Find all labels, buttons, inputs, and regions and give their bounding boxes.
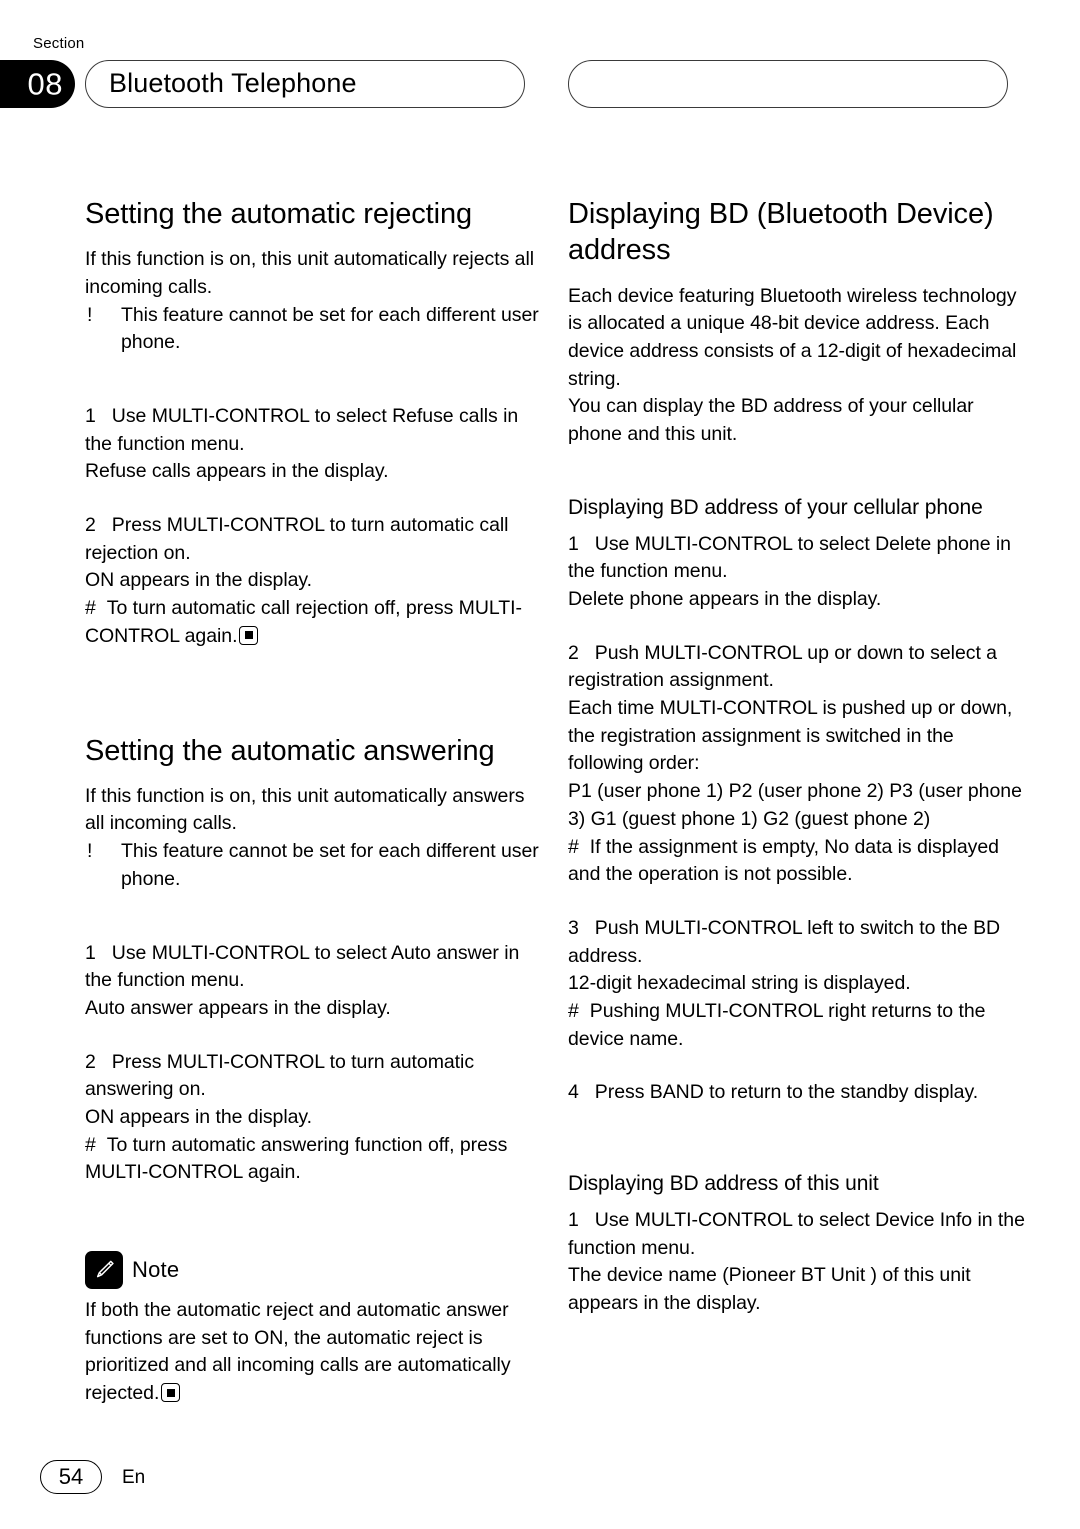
hash-mark: # — [85, 597, 96, 620]
step-2-note-cellular: # If the assignment is empty, No data is … — [568, 834, 1026, 889]
bullet-item-rejecting: ! This feature cannot be set for each di… — [85, 302, 543, 357]
heading-setting-automatic-rejecting: Setting the automatic rejecting — [85, 198, 473, 230]
hash-text: To turn automatic call rejection off, pr… — [85, 597, 522, 647]
bullet-mark: ! — [87, 303, 93, 326]
step-2-note-rejecting: # To turn automatic call rejection off, p… — [85, 595, 543, 650]
heading-displaying-bd-address: Displaying BD (Bluetooth Device) address — [568, 198, 994, 267]
end-of-procedure-icon — [239, 625, 259, 645]
note-block: Note If both the automatic reject and au… — [85, 1251, 543, 1408]
page-number: 54 — [40, 1460, 102, 1494]
end-of-procedure-icon — [161, 1383, 181, 1403]
step-1-result-answering: Auto answer appears in the display. — [85, 996, 391, 1019]
language-code: En — [122, 1466, 146, 1488]
pencil-icon — [85, 1251, 123, 1289]
step-1-result-cellular: Delete phone appears in the display. — [568, 588, 882, 611]
subheading-bd-address-cellular-phone: Displaying BD address of your cellular p… — [568, 495, 983, 519]
step-text: Press BAND to return to the standby disp… — [594, 1081, 979, 1104]
step-text: Use MULTI-CONTROL to select Refuse calls… — [85, 405, 519, 455]
step-2-answering: 2 Press MULTI-CONTROL to turn automatic a… — [85, 1049, 543, 1104]
intro-paragraph-rejecting: If this function is on, this unit automa… — [85, 248, 535, 298]
registration-assignment-order: P1 (user phone 1) P2 (user phone 2) P3 (… — [568, 780, 1022, 830]
step-1-rejecting: 1 Use MULTI-CONTROL to select Refuse call… — [85, 403, 543, 458]
section-number: 08 — [27, 66, 63, 102]
step-3-result-cellular: 12-digit hexadecimal string is displayed… — [568, 972, 911, 995]
step-text: Press MULTI-CONTROL to turn automatic ca… — [85, 514, 509, 564]
section-title-pill-right — [568, 60, 1008, 108]
subheading-bd-address-this-unit: Displaying BD address of this unit — [568, 1172, 879, 1196]
step-2-result-cellular: Each time MULTI-CONTROL is pushed up or … — [568, 697, 1013, 775]
bullet-text: This feature cannot be set for each diff… — [121, 303, 539, 354]
step-4-cellular: 4 Press BAND to return to the standby dis… — [568, 1079, 1026, 1107]
section-word-label: Section — [33, 35, 85, 52]
manual-page: { "header": { "section_word": "Section",… — [0, 0, 1080, 1529]
intro-paragraph-answering: If this function is on, this unit automa… — [85, 784, 525, 835]
note-header: Note — [85, 1251, 543, 1289]
hash-text: To turn automatic answering function off… — [85, 1133, 508, 1184]
step-number: 1 — [568, 1209, 579, 1232]
hash-mark: # — [85, 1133, 96, 1156]
step-1-result-this-unit: The device name (Pioneer BT Unit ) of th… — [568, 1264, 971, 1315]
step-number: 4 — [568, 1081, 579, 1104]
step-1-answering: 1 Use MULTI-CONTROL to select Auto answer… — [85, 940, 543, 995]
step-number: 1 — [85, 941, 96, 964]
page-header: Section 08 Bluetooth Telephone — [0, 36, 1080, 116]
note-label: Note — [132, 1257, 180, 1282]
bullet-item-answering: ! This feature cannot be set for each di… — [85, 838, 543, 893]
left-column: Setting the automatic rejecting If this … — [85, 196, 543, 1408]
bd-address-paragraph-2: You can display the BD address of your c… — [568, 395, 974, 445]
step-number: 2 — [85, 514, 96, 537]
bullet-mark: ! — [87, 840, 93, 863]
step-number: 1 — [85, 405, 96, 427]
hash-mark: # — [568, 999, 579, 1022]
step-2-rejecting: 2 Press MULTI-CONTROL to turn automatic c… — [85, 512, 543, 567]
step-2-result-rejecting: ON appears in the display. — [85, 569, 313, 592]
step-text: Push MULTI-CONTROL up or down to select … — [568, 641, 997, 692]
bd-address-paragraph-1: Each device featuring Bluetooth wireless… — [568, 284, 1017, 390]
step-text: Use MULTI-CONTROL to select Device Info … — [568, 1209, 1025, 1259]
bullet-text: This feature cannot be set for each diff… — [121, 840, 539, 890]
right-column: Displaying BD (Bluetooth Device) address… — [568, 196, 1026, 1318]
step-text: Use MULTI-CONTROL to select Delete phone… — [568, 532, 1011, 583]
page-title: Bluetooth Telephone — [109, 67, 357, 98]
section-number-tab: 08 — [0, 60, 75, 108]
section-title-pill: Bluetooth Telephone — [85, 60, 525, 108]
step-number: 2 — [85, 1050, 96, 1073]
step-number: 2 — [568, 641, 579, 664]
step-3-cellular: 3 Push MULTI-CONTROL left to switch to th… — [568, 915, 1026, 970]
step-number: 1 — [568, 532, 579, 555]
step-number: 3 — [568, 916, 579, 939]
step-1-this-unit: 1 Use MULTI-CONTROL to select Device Info… — [568, 1207, 1026, 1262]
step-2-note-answering: # To turn automatic answering function of… — [85, 1132, 543, 1187]
step-3-note-cellular: # Pushing MULTI-CONTROL right returns to … — [568, 998, 1026, 1053]
hash-text: Pushing MULTI-CONTROL right returns to t… — [568, 999, 986, 1050]
note-text: If both the automatic reject and automat… — [85, 1299, 511, 1405]
step-text: Use MULTI-CONTROL to select Auto answer … — [85, 941, 520, 992]
page-footer: 54 En — [40, 1460, 145, 1494]
step-2-cellular: 2 Push MULTI-CONTROL up or down to select… — [568, 640, 1026, 695]
hash-text: If the assignment is empty, No data is d… — [568, 835, 999, 886]
hash-mark: # — [568, 835, 579, 858]
step-1-cellular: 1 Use MULTI-CONTROL to select Delete phon… — [568, 531, 1026, 586]
heading-setting-automatic-answering: Setting the automatic answering — [85, 734, 495, 767]
step-text: Push MULTI-CONTROL left to switch to the… — [568, 916, 1001, 967]
step-text: Press MULTI-CONTROL to turn automatic an… — [85, 1050, 475, 1101]
step-2-result-answering: ON appears in the display. — [85, 1105, 313, 1128]
step-1-result-rejecting: Refuse calls appears in the display. — [85, 460, 389, 483]
